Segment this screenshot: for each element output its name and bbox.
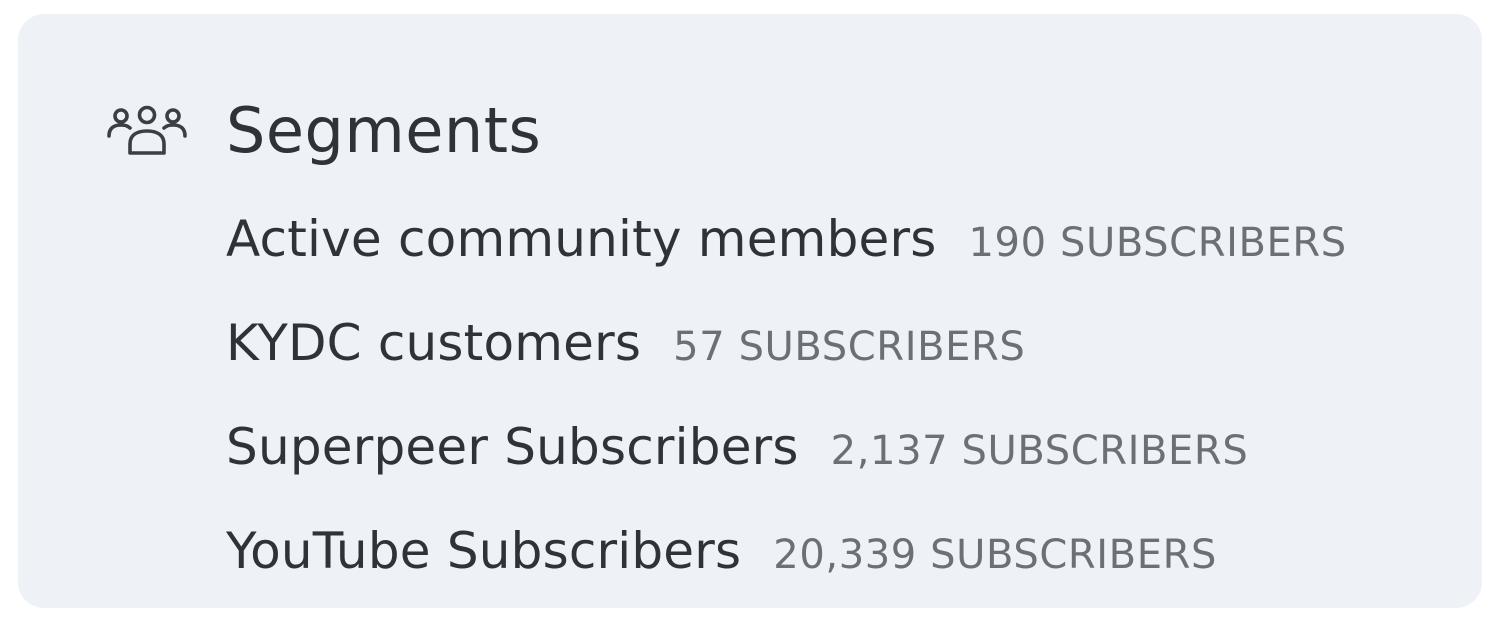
segment-item[interactable]: Active community members 190 SUBSCRIBERS: [226, 210, 1347, 314]
segment-item[interactable]: YouTube Subscribers 20,339 SUBSCRIBERS: [226, 522, 1347, 626]
segments-header: Segments: [106, 93, 542, 167]
segment-item[interactable]: KYDC customers 57 SUBSCRIBERS: [226, 314, 1347, 418]
segment-subscriber-count: 57 SUBSCRIBERS: [673, 324, 1026, 370]
segment-subscriber-count: 2,137 SUBSCRIBERS: [830, 428, 1249, 474]
segment-item[interactable]: Superpeer Subscribers 2,137 SUBSCRIBERS: [226, 418, 1347, 522]
segment-list: Active community members 190 SUBSCRIBERS…: [226, 210, 1347, 626]
segment-name: YouTube Subscribers: [226, 522, 742, 580]
segment-name: KYDC customers: [226, 314, 642, 372]
segment-subscriber-count: 190 SUBSCRIBERS: [968, 220, 1347, 266]
segment-subscriber-count: 20,339 SUBSCRIBERS: [773, 532, 1217, 578]
segment-name: Active community members: [226, 210, 937, 268]
segments-title: Segments: [226, 93, 542, 167]
segments-panel: Segments Active community members 190 SU…: [18, 14, 1482, 608]
users-group-icon: [106, 100, 190, 160]
segment-name: Superpeer Subscribers: [226, 418, 799, 476]
